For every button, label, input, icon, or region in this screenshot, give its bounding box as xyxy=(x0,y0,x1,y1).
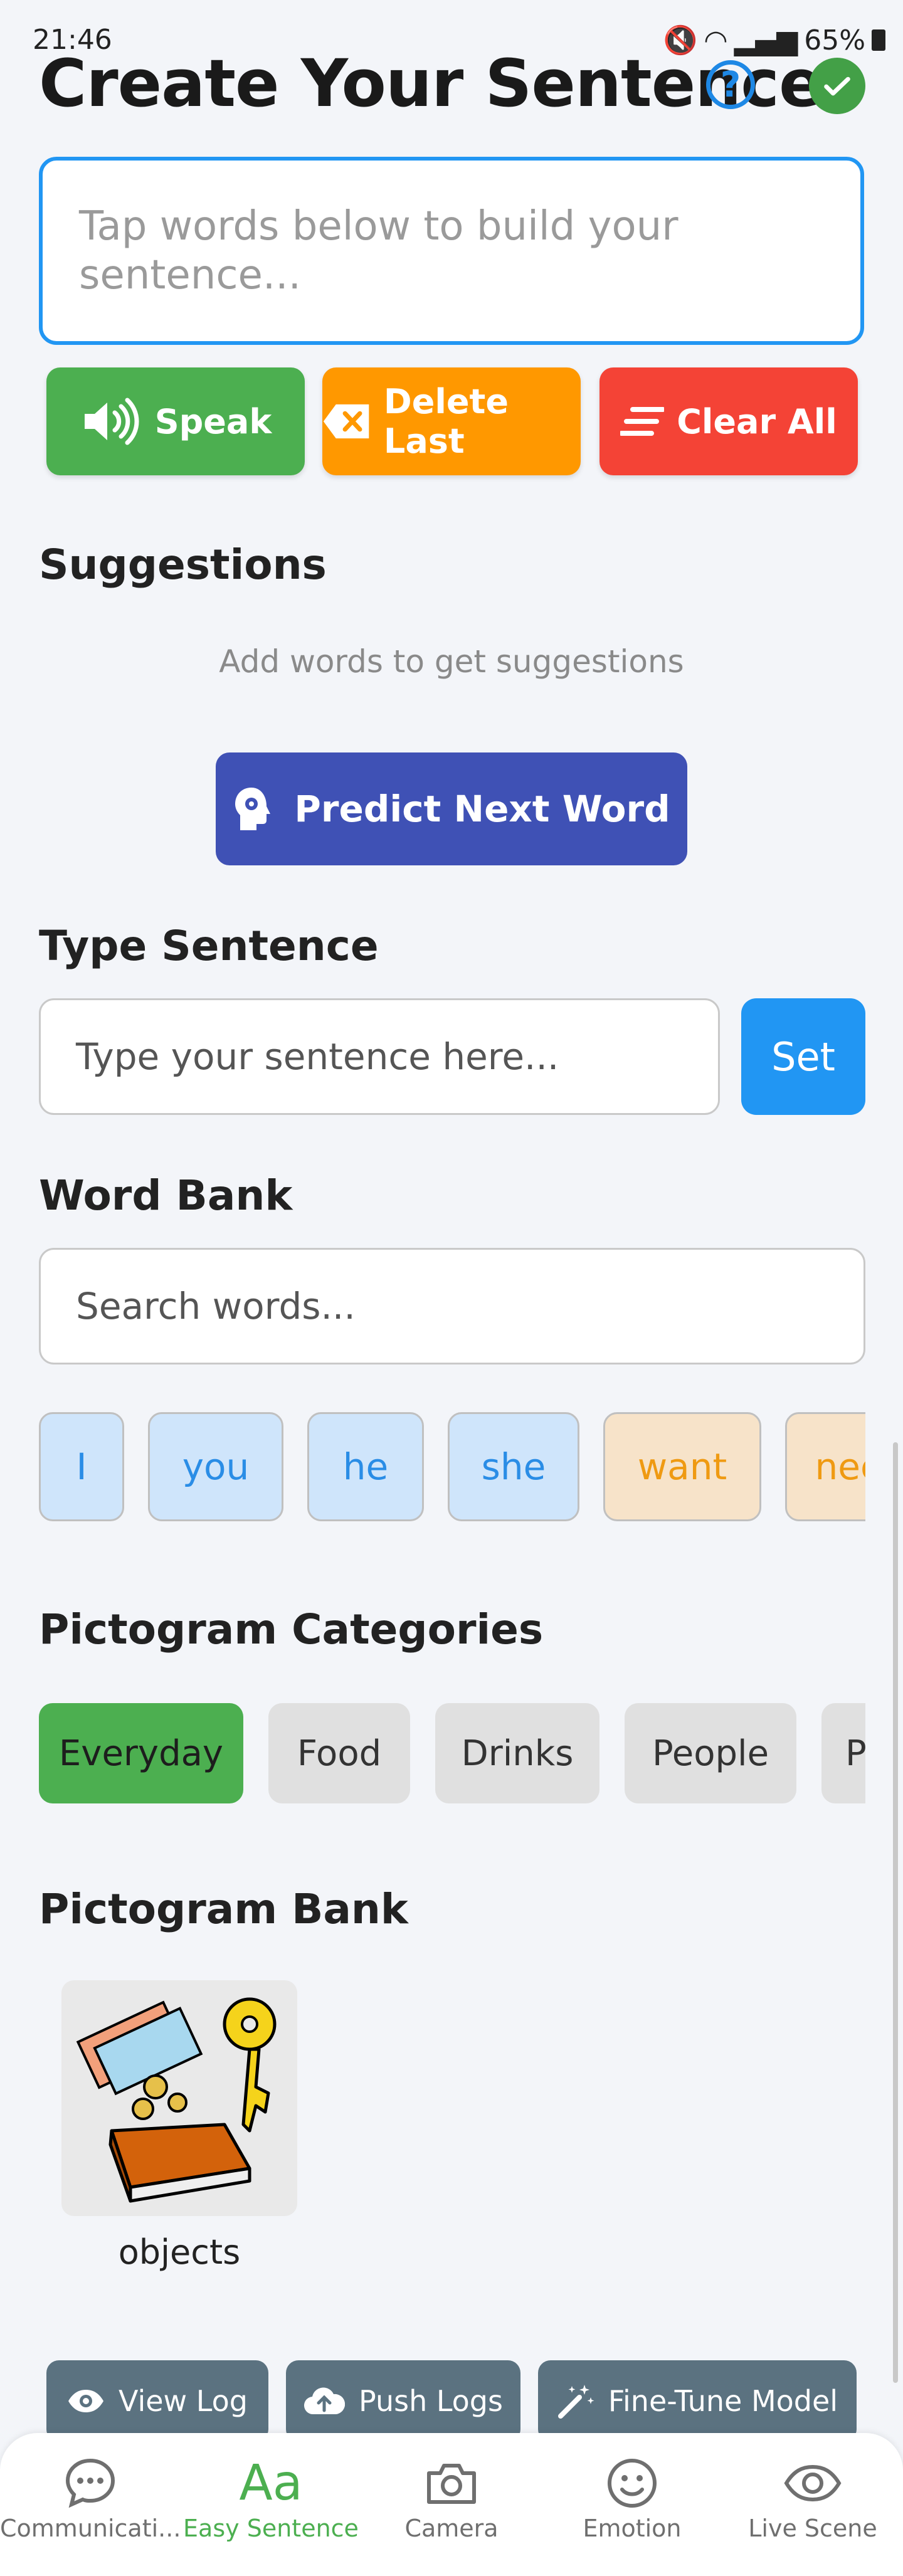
word-chip[interactable]: he xyxy=(307,1412,424,1521)
word-chip[interactable]: need xyxy=(785,1412,865,1521)
nav-label: Camera xyxy=(404,2515,499,2542)
predict-label: Predict Next Word xyxy=(294,788,670,830)
eye-icon xyxy=(784,2464,842,2502)
text-aa-icon: Aa xyxy=(239,2455,303,2511)
set-button[interactable]: Set xyxy=(741,998,865,1115)
pictogram-label: objects xyxy=(118,2232,241,2272)
nav-camera[interactable]: Camera xyxy=(361,2452,542,2542)
clear-all-label: Clear All xyxy=(677,401,837,441)
speaker-icon xyxy=(84,398,139,445)
brain-gear-icon xyxy=(235,788,271,830)
sentence-display[interactable]: Tap words below to build your sentence..… xyxy=(39,157,864,345)
chat-bubble-icon xyxy=(65,2458,115,2508)
nav-label: Communicati... xyxy=(0,2515,181,2542)
magic-wand-icon xyxy=(557,2385,594,2419)
sentence-placeholder: Tap words below to build your sentence..… xyxy=(79,203,679,298)
cloud-upload-icon xyxy=(304,2387,346,2415)
predict-next-word-button[interactable]: Predict Next Word xyxy=(216,752,687,865)
objects-pictogram-icon xyxy=(76,1997,277,2203)
delete-last-button[interactable]: Delete Last xyxy=(322,367,581,475)
word-bank-title: Word Bank xyxy=(39,1171,293,1220)
category-tab-people[interactable]: People xyxy=(625,1703,796,1803)
category-tab-places[interactable]: Places xyxy=(821,1703,865,1803)
suggestions-title: Suggestions xyxy=(39,541,327,589)
nav-label: Easy Sentence xyxy=(183,2515,359,2542)
smiley-icon xyxy=(608,2459,657,2508)
eye-icon xyxy=(68,2390,104,2412)
word-chip[interactable]: you xyxy=(148,1412,283,1521)
word-chip[interactable]: I xyxy=(39,1412,124,1521)
view-log-button[interactable]: View Log xyxy=(46,2360,268,2442)
nav-label: Live Scene xyxy=(748,2515,877,2542)
search-words-placeholder: Search words... xyxy=(76,1285,356,1328)
nav-label: Emotion xyxy=(583,2515,682,2542)
pictogram-bank-title: Pictogram Bank xyxy=(39,1885,408,1933)
fine-tune-model-button[interactable]: Fine-Tune Model xyxy=(538,2360,857,2442)
clear-lines-icon xyxy=(620,407,665,436)
done-check-icon[interactable] xyxy=(809,58,865,114)
delete-last-label: Delete Last xyxy=(383,382,509,461)
nav-live-scene[interactable]: Live Scene xyxy=(722,2452,903,2542)
nav-emotion[interactable]: Emotion xyxy=(542,2452,722,2542)
nav-easy-sentence[interactable]: Aa Easy Sentence xyxy=(181,2452,361,2542)
fine-tune-label: Fine-Tune Model xyxy=(608,2384,838,2418)
page-title: Create Your Sentence xyxy=(39,45,823,122)
view-log-label: View Log xyxy=(119,2384,248,2418)
clear-all-button[interactable]: Clear All xyxy=(599,367,858,475)
suggestions-hint: Add words to get suggestions xyxy=(219,643,684,680)
word-chip[interactable]: want xyxy=(603,1412,761,1521)
camera-icon xyxy=(427,2464,476,2504)
help-icon[interactable]: ? xyxy=(706,60,755,109)
category-tab-drinks[interactable]: Drinks xyxy=(435,1703,599,1803)
bottom-navigation: Communicati... Aa Easy Sentence Camera E… xyxy=(0,2433,903,2576)
nav-communication[interactable]: Communicati... xyxy=(0,2452,181,2542)
word-chips-row[interactable]: I you he she want need xyxy=(39,1412,865,1521)
search-words-input[interactable]: Search words... xyxy=(39,1248,865,1365)
scrollbar[interactable] xyxy=(893,1442,898,2383)
category-tab-everyday[interactable]: Everyday xyxy=(39,1703,243,1803)
category-tabs-row[interactable]: Everyday Food Drinks People Places xyxy=(39,1703,865,1803)
speak-button[interactable]: Speak xyxy=(46,367,305,475)
word-chip[interactable]: she xyxy=(448,1412,579,1521)
battery-icon xyxy=(872,29,885,51)
push-logs-label: Push Logs xyxy=(359,2384,503,2418)
category-tab-food[interactable]: Food xyxy=(268,1703,410,1803)
backspace-icon xyxy=(323,404,369,439)
speak-label: Speak xyxy=(154,401,272,441)
pictogram-card[interactable] xyxy=(61,1980,297,2216)
type-sentence-title: Type Sentence xyxy=(39,922,379,970)
type-sentence-placeholder: Type your sentence here... xyxy=(76,1035,559,1078)
push-logs-button[interactable]: Push Logs xyxy=(286,2360,520,2442)
pictogram-categories-title: Pictogram Categories xyxy=(39,1605,544,1654)
type-sentence-input[interactable]: Type your sentence here... xyxy=(39,998,720,1115)
